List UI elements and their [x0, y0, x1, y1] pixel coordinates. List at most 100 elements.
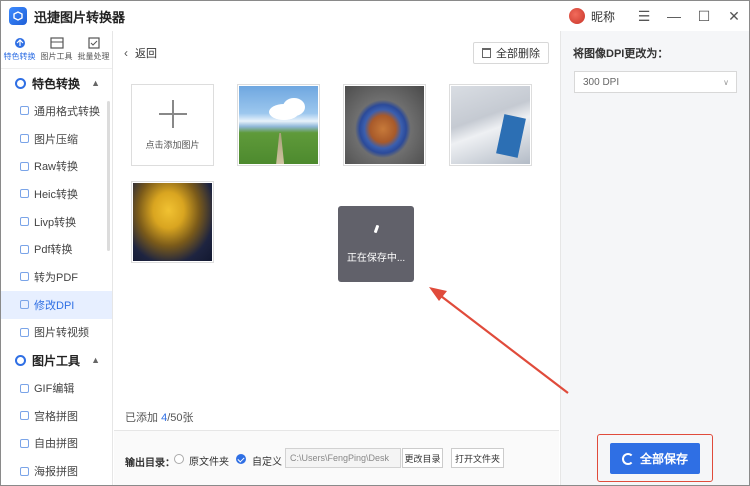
sidebar-item-label: GIF编辑 — [34, 383, 75, 396]
chevron-down-icon: ∨ — [723, 77, 729, 87]
image-thumbnail-bowl[interactable] — [343, 84, 426, 166]
close-icon[interactable]: ✕ — [719, 1, 749, 31]
sidebar-scrollbar[interactable] — [107, 101, 110, 251]
topnav-convert-label: 特色转换 — [3, 52, 36, 61]
convert-icon — [14, 38, 25, 48]
item-icon — [20, 161, 29, 171]
photo-tree — [133, 183, 212, 261]
section-tools-icon — [15, 354, 26, 366]
saving-overlay: 正在保存中... — [338, 206, 414, 282]
sidebar-item-grid-collage[interactable]: 宫格拼图 — [1, 402, 112, 430]
section-special-convert[interactable]: 特色转换 ▲ — [1, 69, 112, 97]
item-icon — [20, 438, 29, 448]
section-title: 特色转换 — [32, 76, 81, 91]
dpi-select[interactable]: 300 DPI ∨ — [574, 71, 737, 93]
sidebar-item-general-convert[interactable]: 通用格式转换 — [1, 97, 112, 125]
image-thumbnail-field[interactable] — [237, 84, 320, 166]
sidebar-item-label: Livp转换 — [34, 216, 77, 229]
app-title: 迅捷图片转换器 — [34, 9, 126, 25]
item-icon — [20, 383, 29, 393]
sidebar-item-label: 宫格拼图 — [34, 410, 78, 423]
chevron-left-icon: ‹ — [124, 46, 128, 60]
item-icon — [20, 411, 29, 421]
image-thumbnail-docs[interactable] — [449, 84, 532, 166]
output-path-input[interactable] — [285, 448, 401, 468]
item-icon — [20, 217, 29, 227]
minimize-icon[interactable]: — — [659, 1, 689, 31]
topnav-image-tools-label: 图片工具 — [40, 52, 73, 61]
photo-documents — [451, 86, 530, 164]
item-icon — [20, 134, 29, 144]
saving-text: 正在保存中... — [346, 252, 406, 264]
user-avatar[interactable] — [568, 8, 585, 24]
item-icon — [20, 300, 29, 310]
settings-panel: 将图像DPI更改为： 300 DPI ∨ 全部保存 — [560, 31, 749, 485]
change-dir-button[interactable]: 更改目录 — [402, 448, 443, 468]
refresh-icon — [621, 452, 634, 465]
sidebar-item-poster-collage[interactable]: 海报拼图 — [1, 457, 112, 485]
sidebar-item-label: 自由拼图 — [34, 438, 78, 451]
sidebar-item-label: 修改DPI — [34, 299, 75, 312]
loading-spinner-icon — [373, 224, 379, 233]
trash-icon — [482, 48, 491, 58]
back-button[interactable]: ‹ 返回 — [124, 45, 157, 61]
photo-field — [239, 86, 318, 164]
app-logo-icon — [9, 7, 27, 25]
main-panel: ‹ 返回 全部删除 点击添加图片 正在保存中... 已添加 4/50张 输出目录… — [114, 31, 559, 485]
sidebar-item-to-pdf[interactable]: 转为PDF — [1, 263, 112, 291]
chevron-up-icon: ▲ — [91, 355, 100, 366]
sidebar-item-compress[interactable]: 图片压缩 — [1, 125, 112, 153]
section-image-tools[interactable]: 图片工具 ▲ — [1, 346, 112, 374]
topnav-batch-label: 批量处理 — [77, 52, 110, 61]
chevron-up-icon: ▲ — [91, 78, 100, 88]
maximize-icon[interactable]: ☐ — [689, 1, 719, 31]
topnav-convert[interactable]: 特色转换 — [1, 31, 38, 68]
sidebar-item-label: Heic转换 — [34, 188, 79, 201]
sidebar-item-label: 通用格式转换 — [34, 105, 100, 118]
sidebar-item-label: 海报拼图 — [34, 466, 78, 479]
image-thumbnail-tree[interactable] — [131, 181, 214, 263]
save-all-label: 全部保存 — [639, 452, 688, 466]
sidebar-item-image-to-video[interactable]: 图片转视频 — [1, 319, 112, 347]
save-all-button[interactable]: 全部保存 — [610, 443, 700, 474]
open-folder-button[interactable]: 打开文件夹 — [451, 448, 504, 468]
section-title: 图片工具 — [32, 353, 81, 368]
title-bar: 迅捷图片转换器 昵称 ☰ — ☐ ✕ — [1, 1, 749, 31]
image-tools-icon — [49, 37, 64, 49]
menu-icon[interactable]: ☰ — [629, 1, 659, 31]
back-label: 返回 — [135, 48, 157, 60]
radio-original-folder[interactable] — [174, 454, 184, 464]
count-total: /50张 — [167, 412, 194, 424]
image-count: 已添加 4/50张 — [125, 409, 193, 425]
app-window: 迅捷图片转换器 昵称 ☰ — ☐ ✕ 特色转换 图片工具 批量处理 特色转换 ▲… — [0, 0, 750, 486]
sidebar-item-free-collage[interactable]: 自由拼图 — [1, 430, 112, 458]
batch-icon — [87, 37, 100, 49]
sidebar-item-raw[interactable]: Raw转换 — [1, 152, 112, 180]
sidebar-item-label: 转为PDF — [34, 271, 78, 284]
output-dir-label: 输出目录： — [125, 458, 175, 469]
sidebar-item-pdf[interactable]: Pdf转换 — [1, 235, 112, 263]
sidebar-item-label: 图片转视频 — [34, 327, 89, 340]
add-image-label: 点击添加图片 — [145, 139, 200, 150]
section-convert-icon — [15, 77, 26, 89]
topnav-image-tools[interactable]: 图片工具 — [38, 31, 75, 68]
sidebar-item-heic[interactable]: Heic转换 — [1, 180, 112, 208]
user-nickname[interactable]: 昵称 — [591, 8, 615, 25]
radio-custom-label: 自定义 — [252, 457, 282, 468]
radio-custom[interactable] — [236, 454, 246, 464]
sidebar-item-gif[interactable]: GIF编辑 — [1, 374, 112, 402]
top-nav: 特色转换 图片工具 批量处理 — [1, 31, 112, 69]
count-prefix: 已添加 — [125, 412, 162, 424]
photo-bowl — [345, 86, 424, 164]
plus-icon — [158, 99, 187, 128]
sidebar-item-livp[interactable]: Livp转换 — [1, 208, 112, 236]
sidebar-item-label: 图片压缩 — [34, 133, 78, 146]
sidebar-item-label: Raw转换 — [34, 161, 79, 174]
add-image-card[interactable]: 点击添加图片 — [131, 84, 214, 166]
item-icon — [20, 106, 29, 116]
output-bar: 输出目录： 原文件夹 自定义 更改目录 打开文件夹 — [114, 430, 559, 485]
sidebar-item-modify-dpi[interactable]: 修改DPI — [1, 290, 112, 319]
delete-all-button[interactable]: 全部删除 — [473, 42, 549, 64]
topnav-batch[interactable]: 批量处理 — [75, 31, 112, 68]
sidebar-item-label: Pdf转换 — [34, 244, 73, 257]
